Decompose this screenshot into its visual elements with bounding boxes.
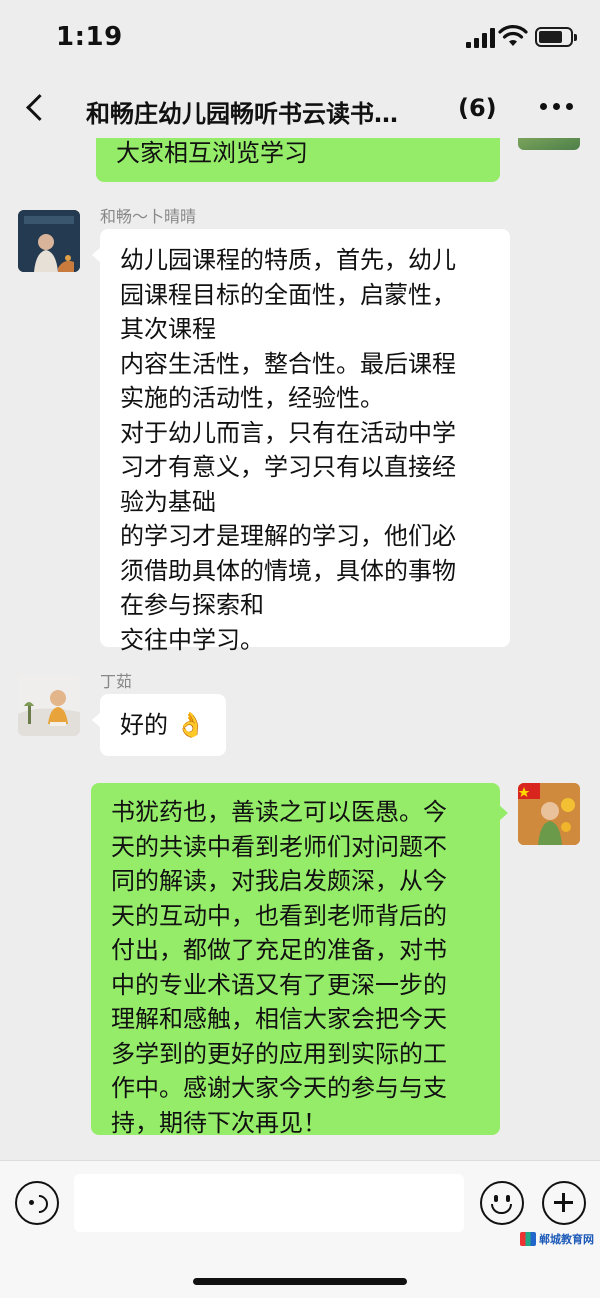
message-bubble-self[interactable]: 书犹药也，善读之可以医愚。今 天的共读中看到老师们对问题不 同的解读，对我启发颇… [91,783,508,1137]
watermark-logo-icon [520,1232,536,1246]
message-text: 幼儿园课程的特质，首先，幼儿 园课程目标的全面性，启蒙性， 其次课程 内容生活性… [120,246,456,654]
add-attachment-icon[interactable] [542,1181,586,1225]
sender-avatar[interactable] [18,210,80,272]
wifi-icon [498,25,528,46]
back-button[interactable] [22,92,52,122]
self-avatar[interactable] [518,783,580,845]
site-watermark: 郸城教育网 [520,1232,596,1246]
chat-header: 和畅庄幼儿园畅听书云读书… (6) [0,80,600,138]
emoji-icon[interactable] [480,1181,524,1225]
status-time: 1:19 [56,22,123,52]
cellular-signal-icon [466,28,496,48]
message-input[interactable] [74,1174,464,1232]
message-bubble[interactable]: 幼儿园课程的特质，首先，幼儿 园课程目标的全面性，启蒙性， 其次课程 内容生活性… [92,229,510,654]
avatar-image [518,783,580,845]
avatar-image [18,210,80,272]
more-options-icon[interactable] [540,102,574,112]
input-bar [0,1160,600,1298]
sender-name: 丁茹 [100,672,133,691]
self-avatar[interactable] [518,138,580,150]
sender-name: 和畅～卜晴晴 [100,207,197,226]
voice-input-icon[interactable] [15,1181,59,1225]
message-text: 大家相互浏览学习 [116,139,308,167]
message-bubble-self[interactable]: 大家相互浏览学习 [96,138,500,182]
member-count: (6) [458,94,497,122]
message-bubble[interactable]: 好的 👌 [92,694,226,756]
chat-title[interactable]: 和畅庄幼儿园畅听书云读书… [86,94,436,129]
watermark-text: 郸城教育网 [539,1233,594,1246]
message-list[interactable]: 大家相互浏览学习 和畅～卜晴晴 幼儿园课程的特质，首先，幼儿 园课程目标的全面性… [0,138,600,1160]
status-bar: 1:19 [0,0,600,80]
message-text: 书犹药也，善读之可以医愚。今 天的共读中看到老师们对问题不 同的解读，对我启发颇… [111,798,447,1137]
home-indicator [193,1278,407,1285]
message-text: 好的 👌 [120,711,206,739]
avatar-image [18,674,80,736]
sender-avatar[interactable] [18,674,80,736]
battery-icon [535,27,577,47]
